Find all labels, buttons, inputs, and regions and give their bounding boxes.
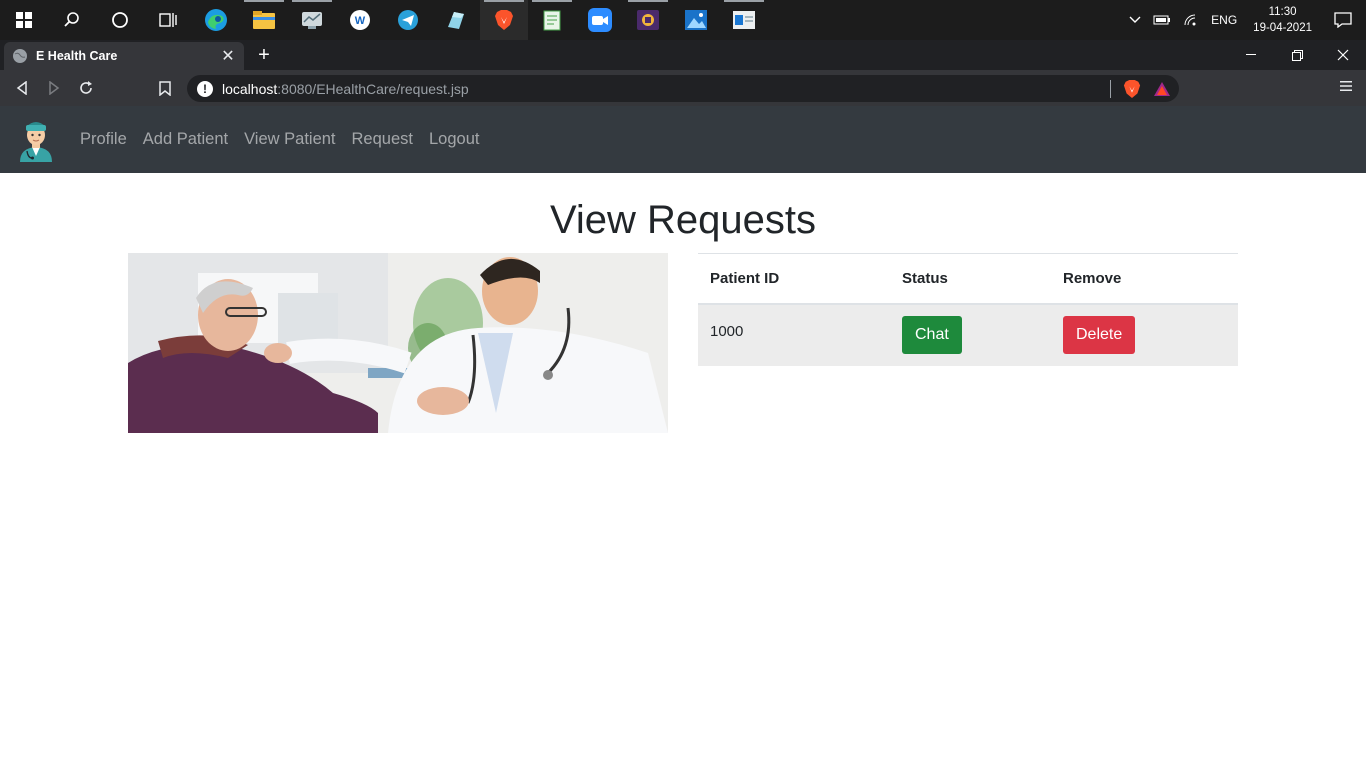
windows-taskbar: W ENG 11:30 19-04-2021 <box>0 0 1366 40</box>
address-separator <box>1110 80 1111 98</box>
address-bar[interactable]: ! localhost:8080/EHealthCare/request.jsp <box>187 75 1179 102</box>
bookmark-icon[interactable] <box>155 78 175 98</box>
app-icon-5[interactable] <box>720 0 768 40</box>
column-header-patient-id: Patient ID <box>698 253 890 305</box>
column-header-remove: Remove <box>1051 253 1238 305</box>
restore-button[interactable] <box>1274 40 1320 70</box>
clock-time: 11:30 <box>1268 6 1297 18</box>
globe-icon <box>13 49 27 63</box>
browser-tab-strip: E Health Care ✕ + <box>0 40 1366 70</box>
svg-text:W: W <box>355 15 366 27</box>
requests-table: Patient ID Status Remove 1000 Chat Delet… <box>698 253 1238 366</box>
nav-view-patient[interactable]: View Patient <box>244 130 335 149</box>
search-icon[interactable] <box>48 0 96 40</box>
notepad-icon[interactable] <box>528 0 576 40</box>
telegram-icon[interactable] <box>384 0 432 40</box>
task-view-icon[interactable] <box>144 0 192 40</box>
nav-profile[interactable]: Profile <box>80 130 127 149</box>
wifi-icon[interactable] <box>1177 0 1205 40</box>
column-header-status: Status <box>890 253 1051 305</box>
site-info-icon[interactable]: ! <box>197 80 213 97</box>
notification-icon[interactable] <box>1322 0 1366 40</box>
app-icon-2[interactable]: W <box>336 0 384 40</box>
table-header-row: Patient ID Status Remove <box>698 253 1238 305</box>
browser-tab[interactable]: E Health Care ✕ <box>4 42 244 70</box>
app-icon-3[interactable] <box>432 0 480 40</box>
minimize-button[interactable] <box>1228 40 1274 70</box>
new-tab-button[interactable]: + <box>254 45 274 66</box>
browser-menu-icon[interactable] <box>1340 79 1352 97</box>
battery-icon[interactable] <box>1147 0 1177 40</box>
clock[interactable]: 11:30 19-04-2021 <box>1243 4 1322 36</box>
tab-title: E Health Care <box>36 49 118 63</box>
clock-date: 19-04-2021 <box>1253 22 1312 34</box>
chevron-up-icon[interactable] <box>1123 0 1147 40</box>
table-row: 1000 Chat Delete <box>698 303 1238 366</box>
brave-rewards-icon[interactable] <box>1153 81 1171 97</box>
url-path: :8080/EHealthCare/request.jsp <box>277 80 469 97</box>
page-title: View Requests <box>549 198 817 242</box>
back-icon[interactable] <box>12 78 32 98</box>
windows-start-icon[interactable] <box>0 0 48 40</box>
nav-add-patient[interactable]: Add Patient <box>143 130 228 149</box>
zoom-icon[interactable] <box>576 0 624 40</box>
close-tab-icon[interactable]: ✕ <box>220 46 236 66</box>
remove-cell: Delete <box>1051 303 1238 366</box>
edge-icon[interactable] <box>192 0 240 40</box>
app-icon-1[interactable] <box>288 0 336 40</box>
chat-button[interactable]: Chat <box>902 316 962 354</box>
nav-logout[interactable]: Logout <box>429 130 479 149</box>
patient-id-cell: 1000 <box>698 303 890 366</box>
status-cell: Chat <box>890 303 1051 366</box>
site-navbar: Profile Add Patient View Patient Request… <box>0 106 1366 173</box>
close-window-button[interactable] <box>1320 40 1366 70</box>
doctor-patient-image <box>128 253 668 433</box>
brave-shields-icon[interactable] <box>1123 79 1141 99</box>
forward-icon[interactable] <box>44 78 64 98</box>
language-indicator[interactable]: ENG <box>1205 0 1243 40</box>
system-tray: ENG 11:30 19-04-2021 <box>1123 0 1366 40</box>
app-icon-4[interactable] <box>624 0 672 40</box>
photos-icon[interactable] <box>672 0 720 40</box>
reload-icon[interactable] <box>76 78 96 98</box>
url-host: localhost <box>222 80 278 97</box>
file-explorer-icon[interactable] <box>240 0 288 40</box>
nav-request[interactable]: Request <box>352 130 413 149</box>
doctor-logo-icon[interactable] <box>16 118 56 162</box>
cortana-icon[interactable] <box>96 0 144 40</box>
brave-icon[interactable] <box>480 0 528 40</box>
delete-button[interactable]: Delete <box>1063 316 1136 354</box>
browser-toolbar: ! localhost:8080/EHealthCare/request.jsp <box>0 70 1366 106</box>
